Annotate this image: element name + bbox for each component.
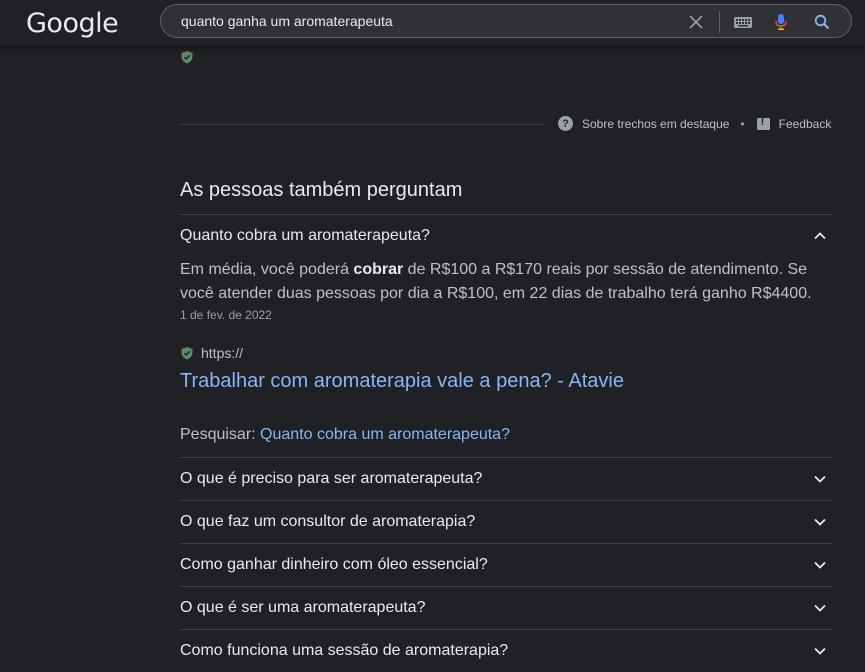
paa-divider <box>180 500 832 501</box>
search-box[interactable] <box>160 4 852 38</box>
chevron-down-icon[interactable] <box>812 643 828 659</box>
separator-dot: • <box>740 116 745 131</box>
feedback-icon <box>756 116 770 130</box>
answer-text-bold: cobrar <box>353 261 404 278</box>
source-title-link[interactable]: Trabalhar com aromaterapia vale a pena? … <box>180 370 624 393</box>
paa-question-2[interactable]: O que faz um consultor de aromaterapia? <box>180 513 475 531</box>
search-label: Pesquisar: <box>180 426 261 443</box>
answer-date: 1 de fev. de 2022 <box>180 308 272 322</box>
chevron-down-icon[interactable] <box>812 557 828 573</box>
paa-question-4[interactable]: O que é ser uma aromaterapeuta? <box>180 599 425 617</box>
mic-icon[interactable] <box>771 12 791 32</box>
paa-question-5[interactable]: Como funciona uma sessão de aromaterapia… <box>180 642 508 660</box>
about-snippets-link[interactable]: Sobre trechos em destaque <box>582 117 729 131</box>
help-icon: ? <box>558 116 573 131</box>
snippet-links: ? Sobre trechos em destaque • Feedback <box>558 116 831 131</box>
snippet-divider <box>180 124 544 125</box>
paa-answer: Em média, você poderá cobrar de R$100 a … <box>180 258 820 306</box>
paa-divider <box>180 543 832 544</box>
shield-icon <box>180 50 194 64</box>
clear-icon[interactable] <box>686 12 706 32</box>
search-icon[interactable] <box>812 12 832 32</box>
paa-divider <box>180 214 832 215</box>
chevron-down-icon[interactable] <box>812 600 828 616</box>
answer-text-pre: Em média, você poderá <box>180 261 354 278</box>
paa-question-3[interactable]: Como ganhar dinheiro com óleo essencial? <box>180 556 488 574</box>
chevron-up-icon[interactable] <box>812 228 828 244</box>
search-suggestion-link[interactable]: Quanto cobra um aromaterapeuta? <box>260 426 510 443</box>
search-input[interactable] <box>181 11 661 31</box>
source-url: https:// <box>180 345 243 361</box>
shield-icon <box>180 346 194 360</box>
paa-heading: As pessoas também perguntam <box>180 179 463 201</box>
search-suggestion: Pesquisar: Quanto cobra um aromaterapeut… <box>180 426 510 444</box>
paa-question-1[interactable]: O que é preciso para ser aromaterapeuta? <box>180 470 482 488</box>
chevron-down-icon[interactable] <box>812 471 828 487</box>
feedback-link[interactable]: Feedback <box>779 117 832 131</box>
chevron-down-icon[interactable] <box>812 514 828 530</box>
paa-divider <box>180 457 832 458</box>
paa-divider <box>180 586 832 587</box>
top-bar: Google <box>0 0 865 46</box>
keyboard-icon[interactable] <box>733 12 753 32</box>
google-logo[interactable]: Google <box>26 8 119 39</box>
source-url-text: https:// <box>201 345 244 361</box>
paa-question-expanded[interactable]: Quanto cobra um aromaterapeuta? <box>180 227 430 245</box>
search-divider <box>719 11 720 33</box>
paa-divider <box>180 629 832 630</box>
